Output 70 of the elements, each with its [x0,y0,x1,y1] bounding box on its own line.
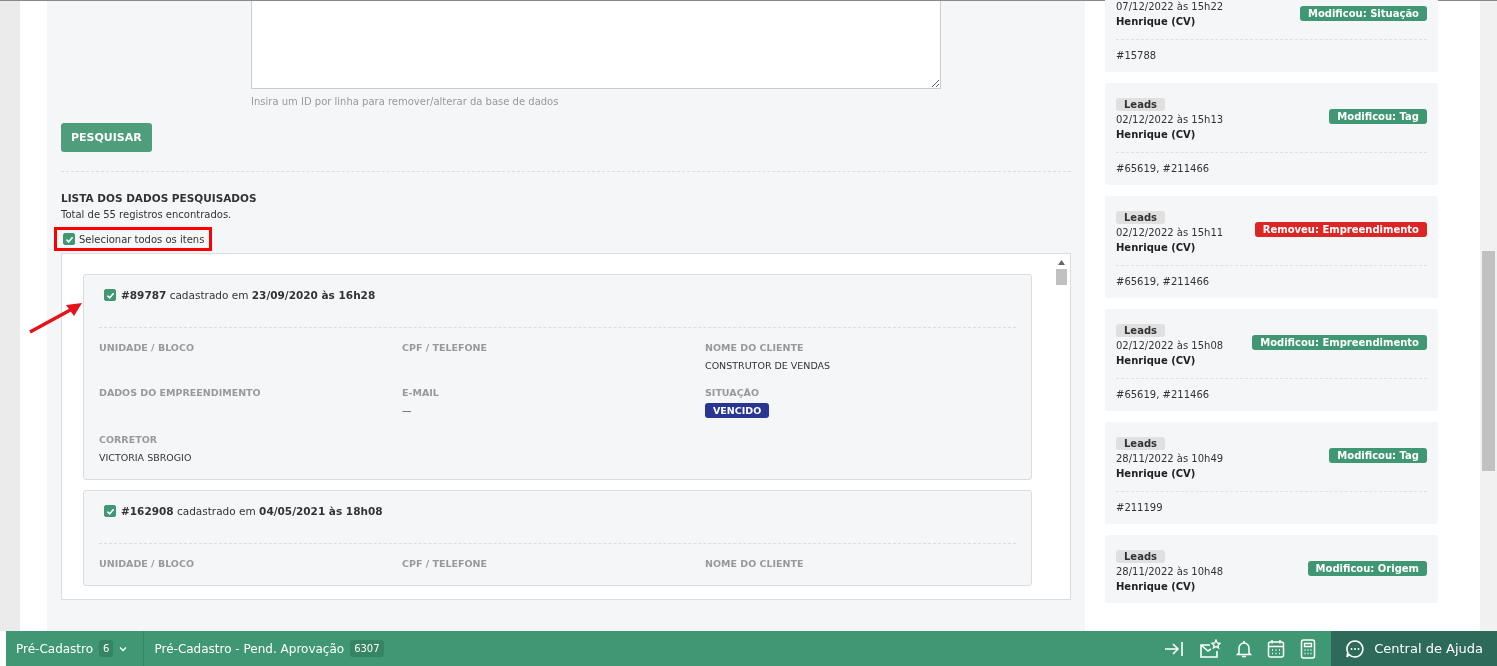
field-label: CORRETOR [99,434,159,445]
arrow-to-bar-icon[interactable] [1164,639,1185,658]
action-badge: Modificou: Tag [1329,109,1427,124]
field-label: NOME DO CLIENTE [705,342,805,353]
tab-label: Pré-Cadastro - Pend. Aprovação [154,641,345,656]
history-date: 28/11/2022 às 10h48 [1116,566,1224,577]
history-ids: #65619, #211466 [1116,163,1211,174]
scroll-thumb[interactable] [1056,269,1067,285]
history-ids: #15788 [1116,50,1158,61]
count-badge: 6 [99,640,114,657]
history-user: Henrique (CV) [1116,355,1197,366]
chevron-icon [119,645,128,652]
select-all-checkbox[interactable] [63,233,75,245]
action-badge: Modificou: Empreendimento [1252,335,1427,350]
record-title: #89787 cadastrado em 23/09/2020 às 16h28 [121,289,376,301]
count-badge: 6307 [350,640,384,657]
history-date: 02/12/2022 às 15h08 [1116,340,1224,351]
status-badge: VENCIDO [705,403,770,418]
module-tag: Leads [1116,211,1165,224]
history-ids: #65619, #211466 [1116,276,1211,287]
results-total: Total de 55 registros encontrados. [61,209,233,220]
record-checkbox[interactable] [104,289,116,301]
help-center-button[interactable]: Central de Ajuda [1331,631,1497,666]
results-heading: LISTA DOS DADOS PESQUISADOS [61,192,258,204]
page-scrollbar[interactable] [1480,1,1497,631]
field-label: DADOS DO EMPREENDIMENTO [99,387,262,398]
scroll-up-icon[interactable] [1058,260,1065,265]
pointer-arrow-drawing [28,300,84,334]
module-tag: Leads [1116,98,1165,111]
field-value: — [402,405,413,416]
action-badge: Modificou: Origem [1307,561,1427,576]
field-value: VICTORIA SBROGIO [99,452,193,463]
textarea-hint: Insira um ID por linha para remover/alterar da base de dados [251,96,560,107]
bell-icon[interactable] [1236,639,1253,658]
module-tag: Leads [1116,324,1165,337]
field-label: UNIDADE / BLOCO [99,342,195,353]
calendar-icon[interactable] [1267,638,1286,659]
field-label: SITUAÇÃO [705,387,761,398]
field-label: CPF / TELEFONE [402,342,489,353]
action-badge: Removeu: Empreendimento [1254,222,1427,237]
field-label: E-MAIL [402,387,440,398]
bottom-tab[interactable]: Pré-Cadastro - Pend. Aprovação 6307 [144,631,400,666]
history-date: 02/12/2022 às 15h13 [1116,114,1224,125]
history-user: Henrique (CV) [1116,242,1197,253]
history-user: Henrique (CV) [1116,468,1197,479]
select-all-label: Selecionar todos os itens [79,233,205,245]
history-ids: #65619, #211466 [1116,389,1211,400]
action-badge: Modificou: Situação [1299,5,1427,21]
bottom-tab[interactable]: Pré-Cadastro 6 [6,631,145,666]
history-date: 07/12/2022 às 15h22 [1116,1,1224,12]
search-button[interactable]: PESQUISAR [61,123,152,152]
history-date: 28/11/2022 às 10h49 [1116,453,1224,464]
chat-icon [1345,638,1366,659]
history-ids: #211199 [1116,502,1164,513]
history-date: 02/12/2022 às 15h11 [1116,227,1224,238]
module-tag: Leads [1116,550,1165,563]
mail-star-icon[interactable] [1199,638,1222,659]
history-user: Henrique (CV) [1116,129,1197,140]
calculator-icon[interactable] [1300,638,1317,659]
module-tag: Leads [1116,437,1165,450]
history-user: Henrique (CV) [1116,581,1197,592]
field-label: NOME DO CLIENTE [705,558,805,569]
field-label: UNIDADE / BLOCO [99,558,195,569]
field-label: CPF / TELEFONE [402,558,489,569]
history-user: Henrique (CV) [1116,16,1197,27]
tab-label: Pré-Cadastro [16,641,94,656]
record-title: #162908 cadastrado em 04/05/2021 às 18h08 [121,505,383,517]
field-value: CONSTRUTOR DE VENDAS [705,360,832,371]
record-checkbox[interactable] [104,505,116,517]
action-badge: Modificou: Tag [1329,448,1427,463]
